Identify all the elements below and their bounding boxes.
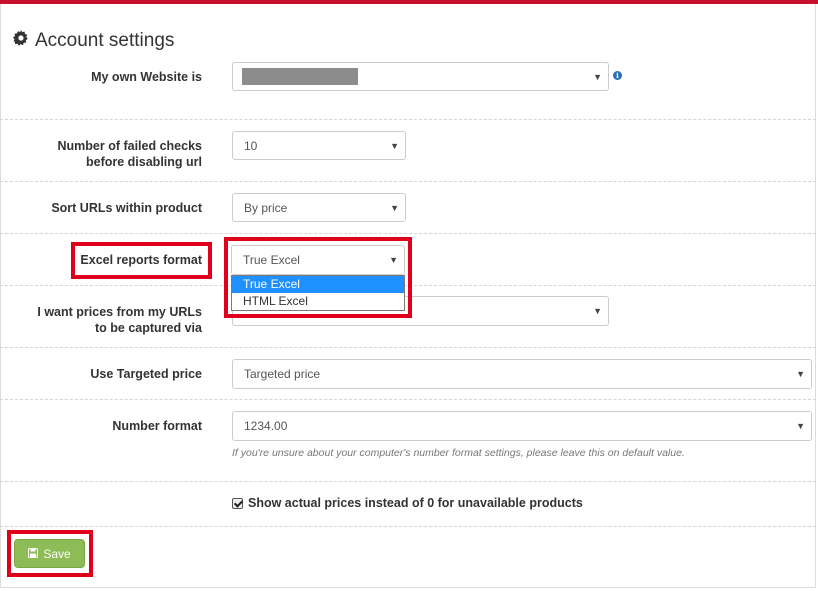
chevron-down-icon: ▼ (390, 140, 399, 151)
price-capture-label: I want prices from my URLs to be capture… (37, 304, 202, 336)
chevron-down-icon: ▼ (390, 202, 399, 213)
number-format-value: 1234.00 (244, 419, 288, 433)
chevron-down-icon: ▼ (796, 421, 805, 431)
targeted-price-value: Targeted price (244, 367, 321, 381)
price-capture-label-line1: I want prices from my URLs (37, 305, 202, 319)
chevron-down-icon: ▼ (593, 306, 602, 316)
row-divider (0, 526, 816, 527)
sort-urls-select[interactable]: By price ▼ (232, 193, 406, 222)
failed-checks-label-line1: Number of failed checks (57, 139, 203, 153)
redacted-value (242, 68, 358, 85)
chevron-down-icon: ▼ (593, 71, 602, 82)
price-capture-label-line2: to be captured via (95, 321, 202, 335)
highlight-box-excel-label (71, 242, 212, 279)
highlight-box-excel-select (224, 237, 412, 318)
highlight-box-save (7, 530, 93, 577)
failed-checks-select[interactable]: 10 ▼ (232, 131, 406, 160)
website-label: My own Website is (91, 70, 202, 84)
show-actual-prices-checkbox[interactable] (232, 497, 243, 509)
sort-urls-label: Sort URLs within product (51, 201, 202, 215)
account-settings-page: Account settings My own Website is ▼ i N… (0, 0, 818, 591)
row-divider (0, 347, 816, 348)
section-title-text: Account settings (35, 30, 175, 51)
number-format-select[interactable]: 1234.00 ▼ (232, 411, 812, 441)
failed-checks-value: 10 (244, 138, 258, 153)
row-divider (0, 481, 816, 482)
row-divider (0, 181, 816, 182)
website-select[interactable]: ▼ (232, 62, 609, 91)
row-divider (0, 399, 816, 400)
info-icon[interactable]: i (613, 71, 622, 80)
targeted-price-select[interactable]: Targeted price ▼ (232, 359, 812, 389)
chevron-down-icon: ▼ (796, 369, 805, 379)
number-format-label: Number format (112, 419, 202, 433)
row-divider (0, 233, 816, 234)
number-format-hint: If you're unsure about your computer's n… (232, 447, 685, 459)
failed-checks-label: Number of failed checks before disabling… (58, 138, 203, 170)
targeted-price-label: Use Targeted price (90, 367, 202, 381)
show-actual-prices-label: Show actual prices instead of 0 for unav… (248, 496, 583, 510)
section-title: Account settings (13, 30, 174, 52)
row-divider (0, 119, 816, 120)
show-actual-prices-row[interactable]: Show actual prices instead of 0 for unav… (232, 496, 583, 510)
sort-urls-value: By price (244, 200, 288, 215)
gear-icon (13, 30, 29, 52)
failed-checks-label-line2: before disabling url (86, 155, 202, 169)
